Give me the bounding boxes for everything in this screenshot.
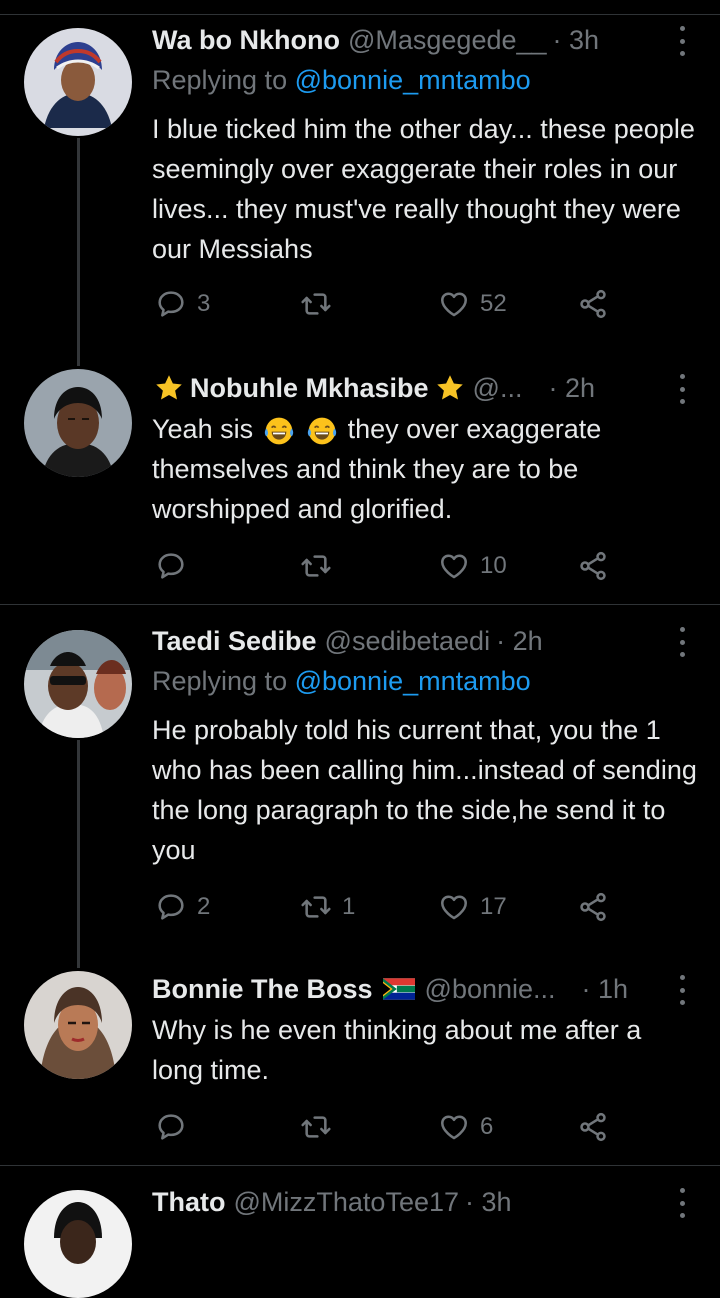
retweet-button[interactable] <box>300 1109 342 1145</box>
share-button[interactable] <box>577 1109 609 1145</box>
top-divider <box>0 14 720 15</box>
tweet-actions: 2 1 17 <box>155 889 625 925</box>
replying-to-label: Replying to <box>152 65 295 95</box>
like-button[interactable]: 17 <box>438 889 507 925</box>
display-name[interactable]: Bonnie The Boss <box>152 974 373 1005</box>
timestamp[interactable]: · 2h <box>548 373 595 404</box>
more-vertical-icon[interactable] <box>672 374 692 404</box>
avatar[interactable] <box>24 630 132 738</box>
replying-to-label: Replying to <box>152 666 295 696</box>
username[interactable]: @sedibetaedi <box>325 626 491 657</box>
tweet-text: He probably told his current that, you t… <box>152 715 697 865</box>
username[interactable]: @Masgegede__ <box>348 25 547 56</box>
like-button[interactable]: 10 <box>438 548 507 584</box>
retweet-button[interactable]: 1 <box>300 889 355 925</box>
share-button[interactable] <box>577 889 609 925</box>
retweet-icon <box>300 891 332 923</box>
timestamp[interactable]: · 3h <box>465 1187 512 1218</box>
heart-icon <box>438 891 470 923</box>
more-vertical-icon[interactable] <box>672 627 692 657</box>
tweet-actions: 10 <box>155 548 625 584</box>
retweet-button[interactable] <box>300 286 342 322</box>
display-name[interactable]: Thato <box>152 1187 226 1218</box>
avatar[interactable] <box>24 369 132 477</box>
heart-icon <box>438 550 470 582</box>
tweet-text: Why is he even thinking about me after a… <box>152 1015 642 1085</box>
retweet-count: 1 <box>342 893 356 920</box>
tweet-text: Yeah sis they over exaggerate themselves… <box>152 409 697 529</box>
tweet-text-start: Yeah sis <box>152 414 254 444</box>
tweet-actions: 3 52 <box>155 286 625 322</box>
retweet-icon <box>300 550 332 582</box>
timestamp[interactable]: · 3h <box>553 25 600 56</box>
tweet-divider <box>0 1165 720 1166</box>
timestamp[interactable]: · 1h <box>582 974 629 1005</box>
replying-to: Replying to @bonnie_mntambo <box>152 666 531 697</box>
display-name[interactable]: Nobuhle Mkhasibe <box>190 373 429 404</box>
avatar[interactable] <box>24 971 132 1079</box>
retweet-icon <box>300 1111 332 1143</box>
avatar[interactable] <box>24 1190 132 1298</box>
reply-icon <box>155 1111 187 1143</box>
retweet-button[interactable] <box>300 548 342 584</box>
tweet-actions: 6 <box>155 1109 625 1145</box>
replying-to-link[interactable]: @bonnie_mntambo <box>295 666 531 696</box>
tweet-text: I blue ticked him the other day... these… <box>152 114 695 264</box>
replying-to: Replying to @bonnie_mntambo <box>152 65 531 96</box>
username[interactable]: @bonnie... <box>425 974 556 1005</box>
reply-count: 3 <box>197 290 211 317</box>
share-icon <box>577 288 609 320</box>
share-icon <box>577 891 609 923</box>
thread-line <box>77 138 80 366</box>
share-icon <box>577 550 609 582</box>
like-count: 52 <box>480 290 507 317</box>
like-count: 6 <box>480 1113 494 1140</box>
laughing-crying-emoji <box>263 415 295 447</box>
reply-button[interactable]: 3 <box>155 286 210 322</box>
heart-icon <box>438 1111 470 1143</box>
south-africa-flag-emoji <box>383 978 415 1000</box>
avatar[interactable] <box>24 28 132 136</box>
share-button[interactable] <box>577 286 609 322</box>
reply-icon <box>155 288 187 320</box>
reply-count: 2 <box>197 893 211 920</box>
thread-line <box>77 740 80 968</box>
username[interactable]: @... <box>473 373 523 404</box>
reply-button[interactable] <box>155 548 197 584</box>
reply-button[interactable]: 2 <box>155 889 210 925</box>
more-vertical-icon[interactable] <box>672 1188 692 1218</box>
more-vertical-icon[interactable] <box>672 975 692 1005</box>
star-emoji <box>154 373 184 403</box>
reply-icon <box>155 891 187 923</box>
like-count: 10 <box>480 552 507 579</box>
star-emoji <box>435 373 465 403</box>
like-button[interactable]: 6 <box>438 1109 493 1145</box>
more-vertical-icon[interactable] <box>672 26 692 56</box>
share-button[interactable] <box>577 548 609 584</box>
retweet-icon <box>300 288 332 320</box>
reply-button[interactable] <box>155 1109 197 1145</box>
username[interactable]: @MizzThatoTee17 <box>234 1187 460 1218</box>
like-count: 17 <box>480 893 507 920</box>
share-icon <box>577 1111 609 1143</box>
reply-icon <box>155 550 187 582</box>
heart-icon <box>438 288 470 320</box>
timestamp[interactable]: · 2h <box>496 626 543 657</box>
replying-to-link[interactable]: @bonnie_mntambo <box>295 65 531 95</box>
like-button[interactable]: 52 <box>438 286 507 322</box>
laughing-crying-emoji <box>306 415 338 447</box>
display-name[interactable]: Wa bo Nkhono <box>152 25 340 56</box>
tweet-divider <box>0 604 720 605</box>
display-name[interactable]: Taedi Sedibe <box>152 626 317 657</box>
